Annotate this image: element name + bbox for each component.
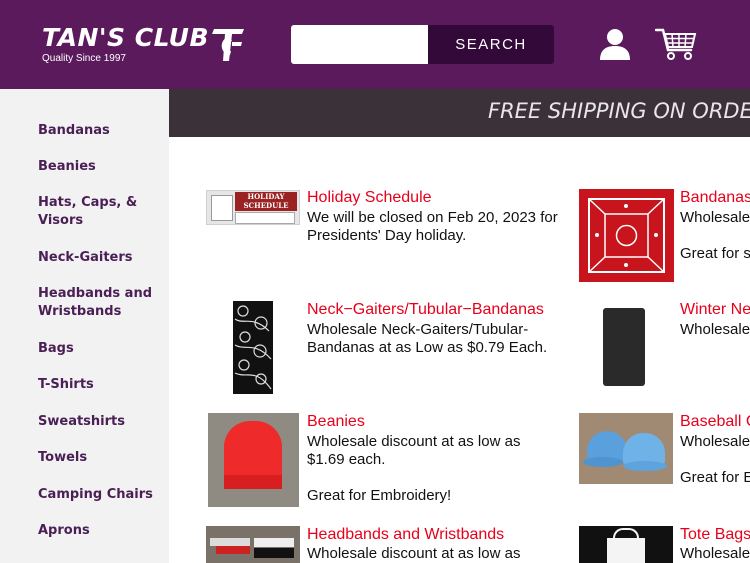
sidebar-item-neck-gaiters[interactable]: Neck-Gaiters: [38, 249, 158, 267]
calendar-icon: [211, 195, 233, 221]
logo-tagline: Quality Since 1997: [42, 53, 126, 64]
baseball-caps-image[interactable]: [579, 413, 673, 484]
product-title-tote-bags[interactable]: Tote Bags: [680, 526, 750, 544]
winter-gaiter-shape: [603, 308, 645, 386]
user-icon[interactable]: [599, 27, 631, 61]
sidebar-item-headbands[interactable]: Headbands and Wristbands: [38, 285, 158, 321]
product-title-bandanas[interactable]: Bandanas: [680, 189, 750, 207]
wristband-white: [254, 538, 294, 547]
sidebar-item-camping-chairs[interactable]: Camping Chairs: [38, 486, 158, 504]
sidebar-item-aprons[interactable]: Aprons: [38, 522, 158, 540]
cart-icon[interactable]: [655, 26, 697, 62]
product-desc-winter-neck: Wholesale: [680, 321, 750, 338]
product-title-holiday[interactable]: Holiday Schedule: [307, 189, 432, 207]
product-desc-beanies: Wholesale discount at as low as $1.69 ea…: [307, 433, 521, 504]
product-title-winter-neck[interactable]: Winter Ne: [680, 301, 750, 319]
headband-red: [216, 546, 250, 554]
tote-bag-image[interactable]: [579, 526, 673, 563]
product-title-headbands[interactable]: Headbands and Wristbands: [307, 526, 504, 544]
sidebar-item-sweatshirts[interactable]: Sweatshirts: [38, 413, 158, 431]
holiday-schedule-image-label: HOLIDAY SCHEDULE: [235, 192, 297, 211]
product-title-neck-gaiters[interactable]: Neck−Gaiters/Tubular−Bandanas: [307, 301, 544, 319]
product-desc-holiday: We will be closed on Feb 20, 2023 for Pr…: [307, 209, 558, 244]
product-desc-neck-gaiters: Wholesale Neck-Gaiters/Tubular-Bandanas …: [307, 321, 548, 356]
search-button[interactable]: SEARCH: [428, 25, 554, 64]
sidebar-item-towels[interactable]: Towels: [38, 449, 158, 467]
winter-neck-gaiter-image[interactable]: [600, 305, 648, 388]
product-desc-bandanas: Wholesale Great for s: [680, 209, 750, 262]
paisley-pattern-icon: [234, 305, 272, 390]
cap-brim-left: [583, 457, 623, 467]
headband-white: [210, 538, 250, 546]
product-title-beanies[interactable]: Beanies: [307, 413, 365, 431]
holiday-schedule-image[interactable]: HOLIDAY SCHEDULE: [206, 190, 300, 225]
logo-monogram-icon: [212, 29, 244, 61]
sidebar-item-bandanas[interactable]: Bandanas: [38, 122, 158, 140]
search-input[interactable]: [291, 25, 428, 64]
bandana-image[interactable]: [579, 189, 674, 282]
cap-brim-right: [623, 461, 667, 471]
promo-banner[interactable]: FREE SHIPPING ON ORDERS: [169, 89, 750, 137]
logo-name: TAN'S CLUB: [42, 23, 210, 52]
calendar-grid: [235, 212, 295, 224]
sidebar-item-beanies[interactable]: Beanies: [38, 158, 158, 176]
sidebar-item-hats[interactable]: Hats, Caps, & Visors: [38, 194, 158, 230]
category-sidebar: Bandanas Beanies Hats, Caps, & Visors Ne…: [0, 89, 169, 563]
product-desc-headbands: Wholesale discount at as low as: [307, 545, 521, 562]
product-desc-tote-bags: Wholesale: [680, 545, 750, 562]
headbands-image[interactable]: [206, 526, 300, 563]
wristband-black: [254, 548, 294, 558]
product-title-baseball-caps[interactable]: Baseball C: [680, 413, 750, 431]
sidebar-item-tshirts[interactable]: T-Shirts: [38, 376, 158, 394]
product-desc-baseball-caps: Wholesale Great for E: [680, 433, 750, 486]
bandana-pattern-icon: [588, 198, 665, 273]
beanie-cuff: [224, 475, 282, 489]
beanie-image[interactable]: [208, 413, 299, 507]
sidebar-item-bags[interactable]: Bags: [38, 340, 158, 358]
tote-handle: [613, 528, 639, 542]
site-header: TAN'S CLUB Quality Since 1997 SEARCH: [0, 0, 750, 89]
logo[interactable]: TAN'S CLUB Quality Since 1997: [42, 24, 209, 65]
neck-gaiter-image[interactable]: [233, 301, 273, 394]
